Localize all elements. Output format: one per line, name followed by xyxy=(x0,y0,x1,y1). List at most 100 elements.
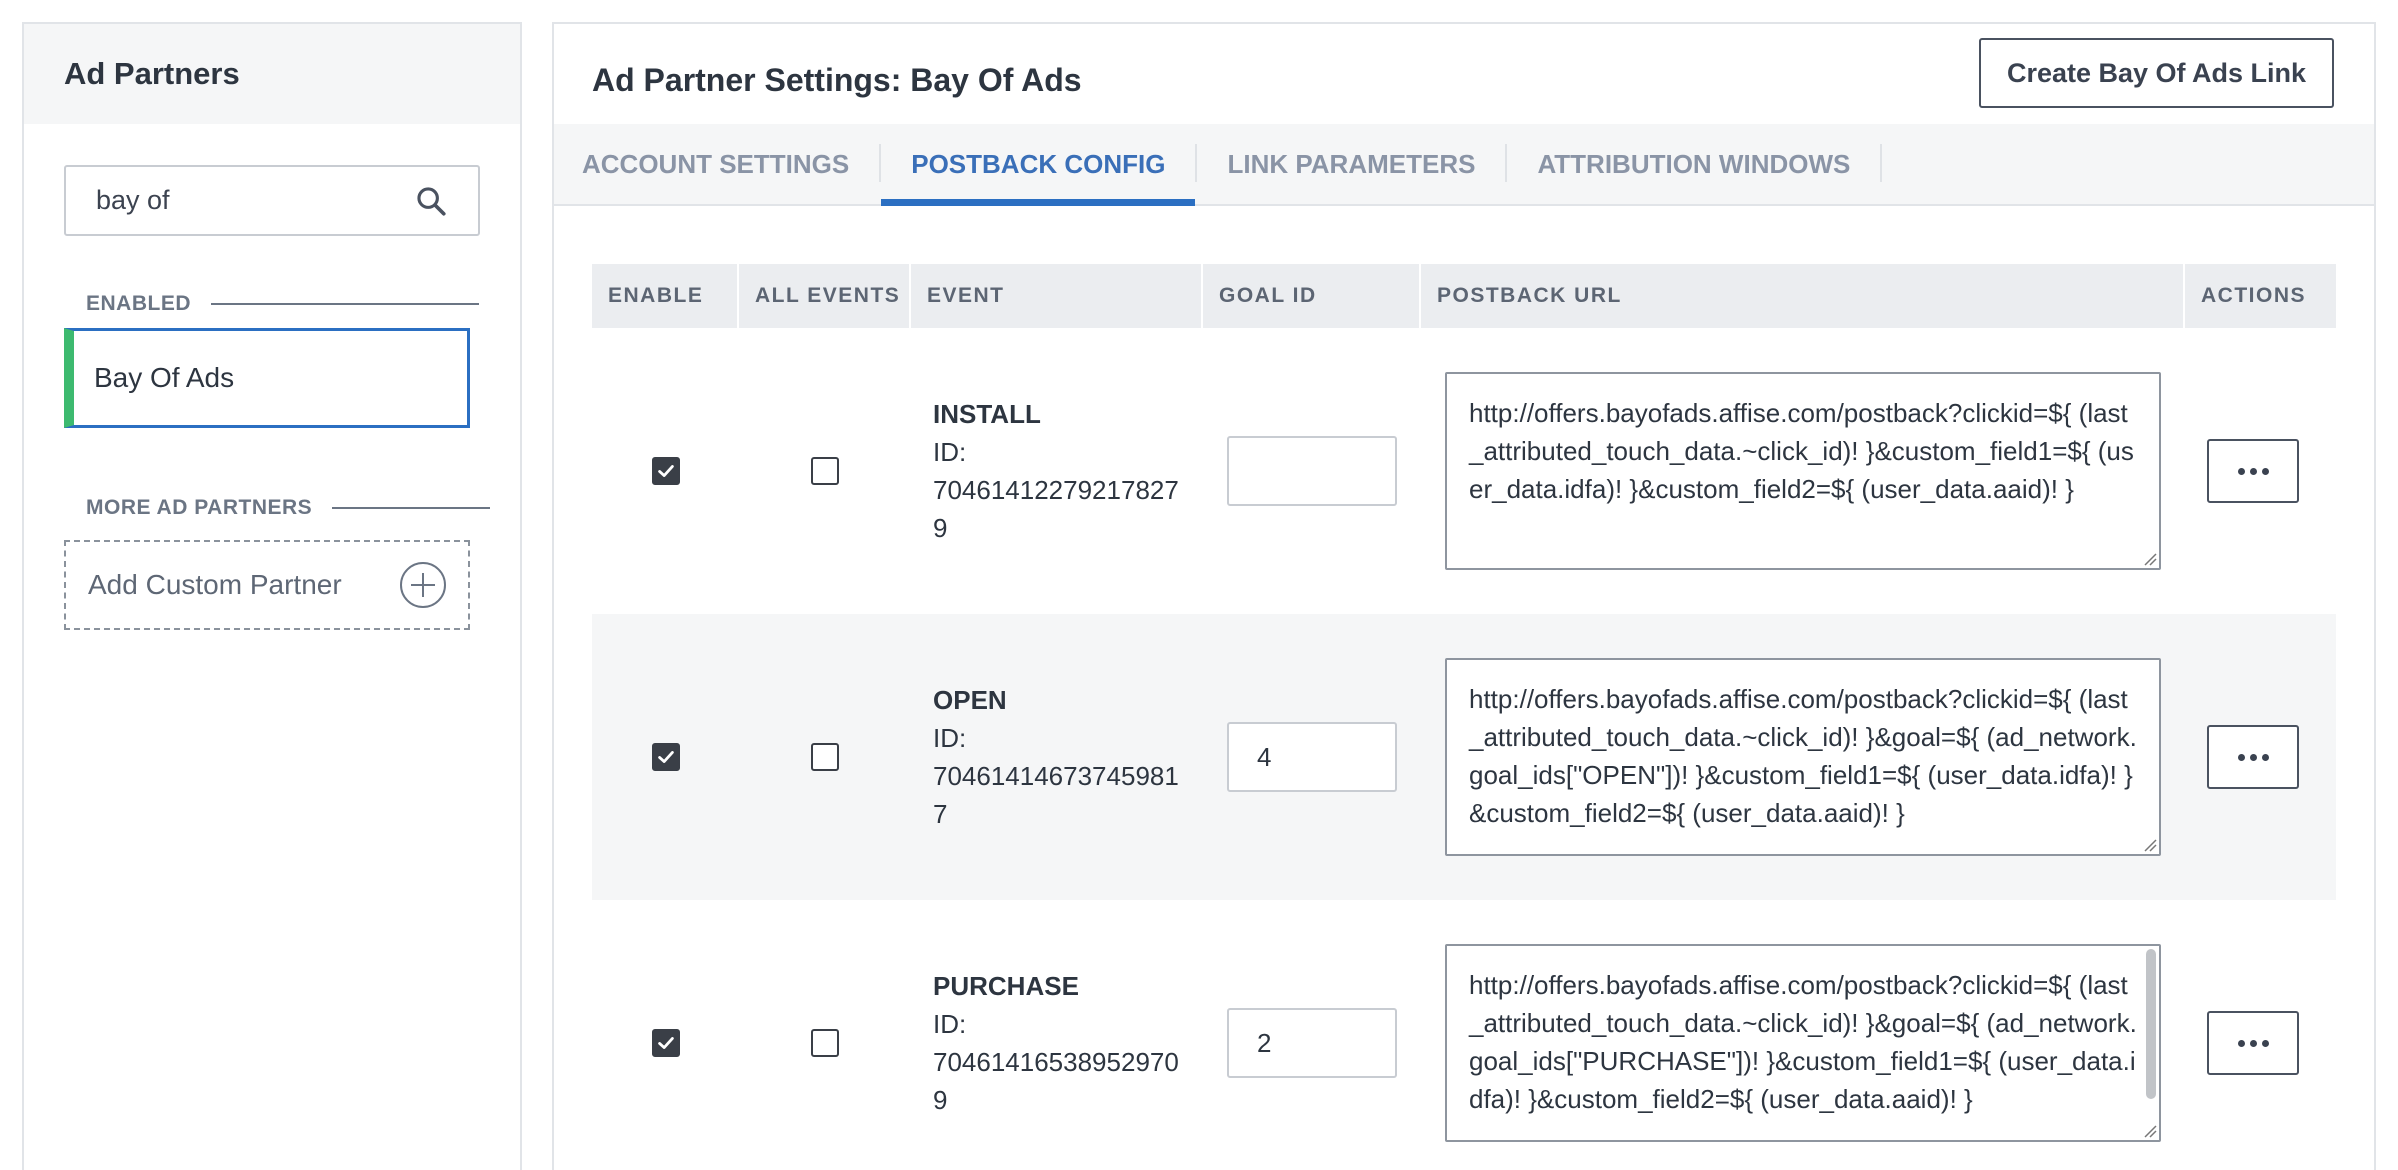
event-info: INSTALL ID: 70461412279217827 9 xyxy=(911,395,1179,547)
all-events-cell xyxy=(739,614,911,900)
textarea-scrollbar[interactable] xyxy=(2146,949,2156,1099)
enable-cell xyxy=(592,900,739,1170)
column-header-postback-url: POSTBACK URL xyxy=(1421,264,2185,328)
ad-partners-sidebar: Ad Partners bay of ENABLED Bay Of Ads MO… xyxy=(22,22,522,1170)
more-dots-icon xyxy=(2261,753,2269,761)
checkmark-icon xyxy=(657,751,674,763)
enable-checkbox[interactable] xyxy=(651,743,680,771)
row-actions-button[interactable] xyxy=(2207,439,2299,503)
goal-id-cell: 2 xyxy=(1203,900,1421,1170)
event-cell: PURCHASE ID: 70461416538952970 9 xyxy=(911,900,1203,1170)
add-custom-partner-label: Add Custom Partner xyxy=(88,569,342,600)
enable-checkbox[interactable] xyxy=(651,1029,680,1057)
event-name: PURCHASE xyxy=(933,971,1079,1001)
goal-id-cell: 4 xyxy=(1203,614,1421,900)
postback-url-text: http://offers.bayofads.affise.com/postba… xyxy=(1469,398,2134,504)
more-dots-icon xyxy=(2261,1039,2269,1047)
postback-url-text: http://offers.bayofads.affise.com/postba… xyxy=(1469,684,2137,828)
checkmark-icon xyxy=(657,465,674,477)
enable-checkbox[interactable] xyxy=(651,457,680,485)
event-id-label: ID: xyxy=(933,723,967,753)
all-events-checkbox[interactable] xyxy=(811,743,839,771)
column-header-goal-id: GOAL ID xyxy=(1203,264,1421,328)
search-icon[interactable] xyxy=(414,184,448,218)
column-header-event: EVENT xyxy=(911,264,1203,328)
postback-table: ENABLE ALL EVENTS EVENT GOAL ID POSTBACK… xyxy=(592,264,2336,1170)
event-id: 70461412279217827 xyxy=(933,475,1179,505)
more-dots-icon xyxy=(2237,753,2245,761)
resize-handle-icon[interactable] xyxy=(2143,838,2157,852)
table-row: OPEN ID: 70461414673745981 7 4 http://of… xyxy=(592,614,2336,900)
settings-header: Ad Partner Settings: Bay Of Ads Create B… xyxy=(554,24,2374,124)
tab-postback-config[interactable]: POSTBACK CONFIG xyxy=(881,124,1196,206)
search-input-value[interactable]: bay of xyxy=(96,185,414,216)
event-name: OPEN xyxy=(933,685,1007,715)
more-dots-icon xyxy=(2249,753,2257,761)
event-name: INSTALL xyxy=(933,399,1041,429)
postback-url-cell: http://offers.bayofads.affise.com/postba… xyxy=(1421,900,2185,1170)
sidebar-title: Ad Partners xyxy=(64,56,240,91)
goal-id-input[interactable]: 4 xyxy=(1227,722,1397,792)
checkmark-icon xyxy=(657,1037,674,1049)
column-header-all-events: ALL EVENTS xyxy=(739,264,911,328)
add-custom-partner-button[interactable]: Add Custom Partner xyxy=(64,540,470,630)
more-dots-icon xyxy=(2237,1039,2245,1047)
more-partners-label-text: MORE AD PARTNERS xyxy=(86,496,313,519)
postback-url-text: http://offers.bayofads.affise.com/postba… xyxy=(1469,970,2137,1114)
table-row: INSTALL ID: 70461412279217827 9 http://o… xyxy=(592,328,2336,614)
postback-url-textarea[interactable]: http://offers.bayofads.affise.com/postba… xyxy=(1445,944,2161,1142)
event-info: OPEN ID: 70461414673745981 7 xyxy=(911,681,1179,833)
actions-cell xyxy=(2185,328,2336,614)
ad-partner-settings-panel: Ad Partner Settings: Bay Of Ads Create B… xyxy=(552,22,2376,1170)
row-actions-button[interactable] xyxy=(2207,1011,2299,1075)
event-id-label: ID: xyxy=(933,437,967,467)
postback-url-textarea[interactable]: http://offers.bayofads.affise.com/postba… xyxy=(1445,372,2161,570)
goal-id-input[interactable] xyxy=(1227,436,1397,506)
enabled-group-label: ENABLED xyxy=(86,292,480,316)
divider xyxy=(211,303,480,305)
column-header-enable: ENABLE xyxy=(592,264,739,328)
tab-link-parameters[interactable]: LINK PARAMETERS xyxy=(1197,124,1505,204)
column-header-actions: ACTIONS xyxy=(2201,284,2306,307)
partner-search-input[interactable]: bay of xyxy=(64,165,480,236)
more-partners-group-label: MORE AD PARTNERS xyxy=(86,496,491,520)
event-id: 70461414673745981 xyxy=(933,761,1179,791)
event-id-continued: 9 xyxy=(933,1085,948,1115)
sidebar-item-bay-of-ads[interactable]: Bay Of Ads xyxy=(64,328,470,428)
event-id-continued: 7 xyxy=(933,799,948,829)
resize-handle-icon[interactable] xyxy=(2143,552,2157,566)
plus-circle-icon xyxy=(400,562,446,608)
more-dots-icon xyxy=(2249,467,2257,475)
enable-cell xyxy=(592,614,739,900)
sidebar-header: Ad Partners xyxy=(24,24,520,124)
goal-id-input[interactable]: 2 xyxy=(1227,1008,1397,1078)
postback-url-textarea[interactable]: http://offers.bayofads.affise.com/postba… xyxy=(1445,658,2161,856)
actions-cell xyxy=(2185,900,2336,1170)
event-id-label: ID: xyxy=(933,1009,967,1039)
event-id: 70461416538952970 xyxy=(933,1047,1179,1077)
event-cell: OPEN ID: 70461414673745981 7 xyxy=(911,614,1203,900)
actions-cell xyxy=(2185,614,2336,900)
settings-tabs: ACCOUNT SETTINGS POSTBACK CONFIG LINK PA… xyxy=(554,124,2374,206)
goal-id-cell xyxy=(1203,328,1421,614)
tab-account-settings[interactable]: ACCOUNT SETTINGS xyxy=(554,124,879,204)
tab-divider xyxy=(1880,144,1883,182)
table-header: ENABLE ALL EVENTS EVENT GOAL ID POSTBACK… xyxy=(592,264,2336,328)
enable-cell xyxy=(592,328,739,614)
event-id-continued: 9 xyxy=(933,513,948,543)
all-events-checkbox[interactable] xyxy=(811,1029,839,1057)
divider xyxy=(332,507,491,509)
all-events-cell xyxy=(739,328,911,614)
all-events-checkbox[interactable] xyxy=(811,457,839,485)
all-events-cell xyxy=(739,900,911,1170)
event-info: PURCHASE ID: 70461416538952970 9 xyxy=(911,967,1179,1119)
sidebar-item-label: Bay Of Ads xyxy=(94,362,235,393)
event-cell: INSTALL ID: 70461412279217827 9 xyxy=(911,328,1203,614)
enabled-label-text: ENABLED xyxy=(86,292,192,315)
more-dots-icon xyxy=(2249,1039,2257,1047)
more-dots-icon xyxy=(2261,467,2269,475)
tab-attribution-windows[interactable]: ATTRIBUTION WINDOWS xyxy=(1507,124,1880,204)
row-actions-button[interactable] xyxy=(2207,725,2299,789)
create-link-button[interactable]: Create Bay Of Ads Link xyxy=(1979,38,2334,108)
resize-handle-icon[interactable] xyxy=(2143,1124,2157,1138)
